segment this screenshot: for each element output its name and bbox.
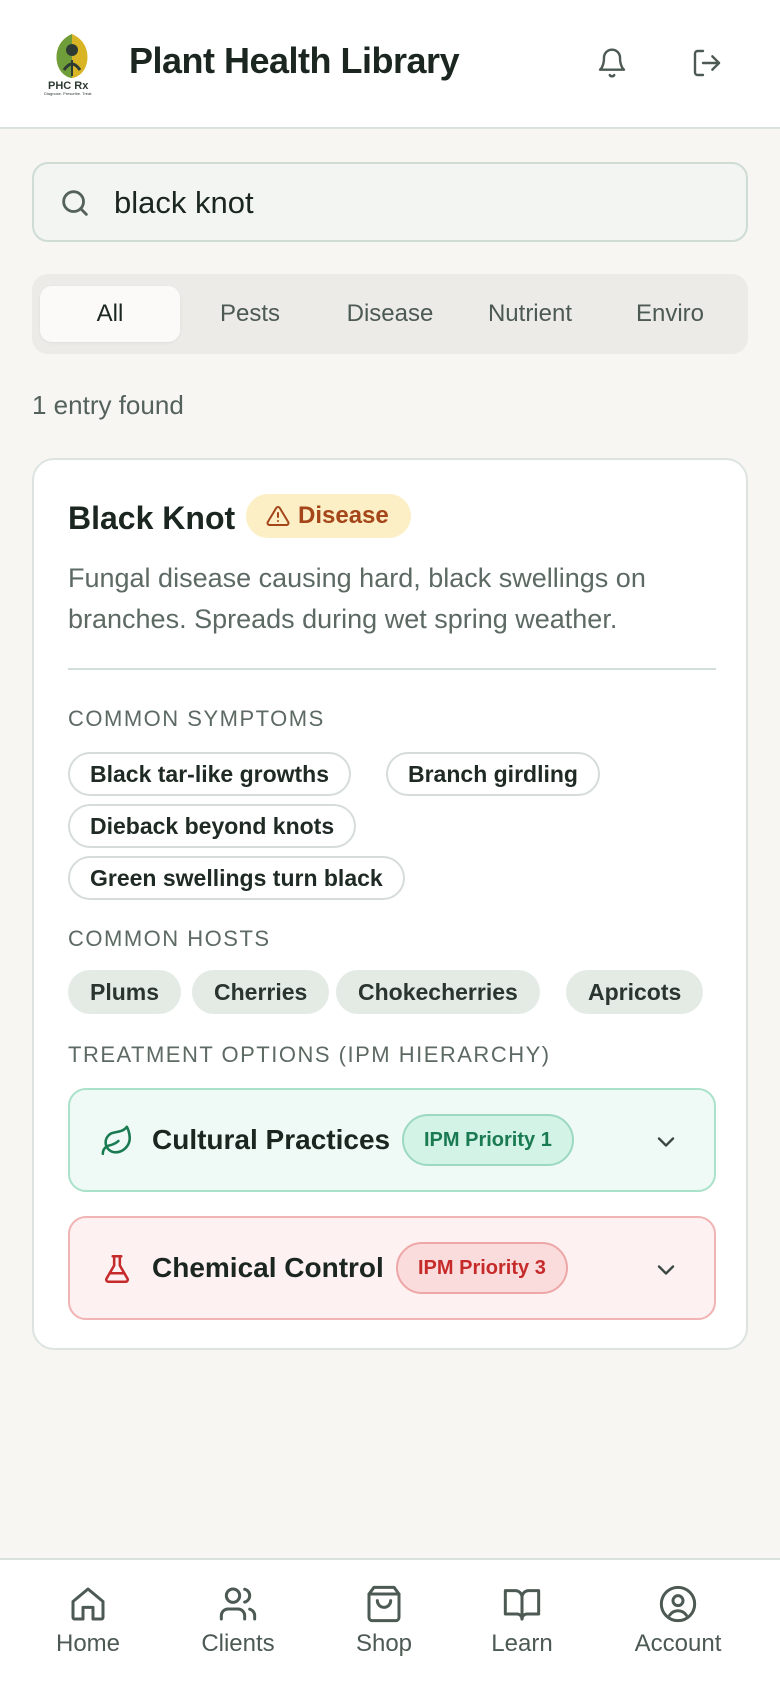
home-icon <box>71 1587 105 1621</box>
search-icon <box>62 190 88 216</box>
tab-enviro[interactable]: Enviro <box>600 286 740 342</box>
shopping-bag-icon <box>367 1585 401 1623</box>
symptom-chip: Branch girdling <box>386 752 600 796</box>
nav-label: Clients <box>201 1630 275 1657</box>
tab-disease[interactable]: Disease <box>320 286 460 342</box>
treatment-heading: TREATMENT OPTIONS (IPM HIERARCHY) <box>68 1042 551 1067</box>
tab-nutrient[interactable]: Nutrient <box>460 286 600 342</box>
nav-label: Account <box>634 1630 722 1657</box>
nav-label: Home <box>55 1630 121 1657</box>
symptom-chip: Black tar-like growths <box>68 752 352 796</box>
tab-pests[interactable]: Pests <box>180 286 320 342</box>
warning-icon <box>266 505 290 526</box>
entry-card[interactable]: Black Knot Disease Fungal disease causin… <box>32 458 748 1350</box>
nav-home[interactable]: Home <box>28 1584 148 1674</box>
app-header: PHC Rx Diagnose. Prescribe. Treat. Plant… <box>0 0 780 129</box>
book-icon <box>503 1589 541 1621</box>
nav-clients[interactable]: Clients <box>178 1584 298 1674</box>
host-chip: Chokecherries <box>336 970 540 1014</box>
phc-logo: PHC Rx Diagnose. Prescribe. Treat. <box>44 30 100 96</box>
notifications-button[interactable] <box>587 38 637 88</box>
users-icon <box>219 1587 257 1621</box>
category-badge-label: Disease <box>298 502 389 529</box>
nav-learn[interactable]: Learn <box>462 1584 582 1674</box>
entry-title: Black Knot <box>68 500 236 536</box>
logout-button[interactable] <box>682 38 732 88</box>
treatment-chemical-control[interactable]: Chemical Control IPM Priority 3 <box>68 1216 716 1320</box>
symptom-chip: Green swellings turn black <box>68 856 405 900</box>
treatment-label: Chemical Control <box>152 1252 384 1283</box>
leaf-icon <box>101 1125 132 1156</box>
bell-icon <box>598 48 626 78</box>
category-tabs: All Pests Disease Nutrient Enviro <box>32 274 748 354</box>
divider <box>68 668 716 670</box>
search-box <box>32 162 748 242</box>
chevron-down-icon <box>657 1265 675 1275</box>
page-title: Plant Health Library <box>129 40 460 81</box>
symptoms-heading: COMMON SYMPTOMS <box>68 706 325 731</box>
ipm-priority-badge: IPM Priority 3 <box>396 1242 568 1294</box>
flask-icon <box>104 1254 130 1284</box>
results-count: 1 entry found <box>32 390 184 420</box>
treatment-label: Cultural Practices <box>152 1124 391 1155</box>
nav-shop[interactable]: Shop <box>324 1584 444 1674</box>
nav-account[interactable]: Account <box>618 1584 738 1674</box>
hosts-heading: COMMON HOSTS <box>68 926 271 951</box>
nav-label: Learn <box>491 1630 553 1657</box>
treatment-cultural-practices[interactable]: Cultural Practices IPM Priority 1 <box>68 1088 716 1192</box>
host-chip: Apricots <box>566 970 704 1014</box>
logo-tagline: Diagnose. Prescribe. Treat. <box>44 91 92 96</box>
ipm-priority-badge: IPM Priority 1 <box>402 1114 574 1166</box>
chevron-down-icon <box>657 1137 675 1147</box>
host-chip: Cherries <box>192 970 330 1014</box>
tab-all[interactable]: All <box>40 286 180 342</box>
host-chip: Plums <box>68 970 182 1014</box>
entry-description: Fungal disease causing hard, black swell… <box>68 563 646 634</box>
search-input[interactable] <box>114 174 714 232</box>
nav-label: Shop <box>355 1630 413 1657</box>
bottom-nav: Home Clients Shop Learn Account <box>0 1558 780 1688</box>
symptom-chip: Dieback beyond knots <box>68 804 357 848</box>
account-icon <box>659 1585 697 1623</box>
category-badge: Disease <box>246 494 411 538</box>
logout-icon <box>693 49 721 77</box>
